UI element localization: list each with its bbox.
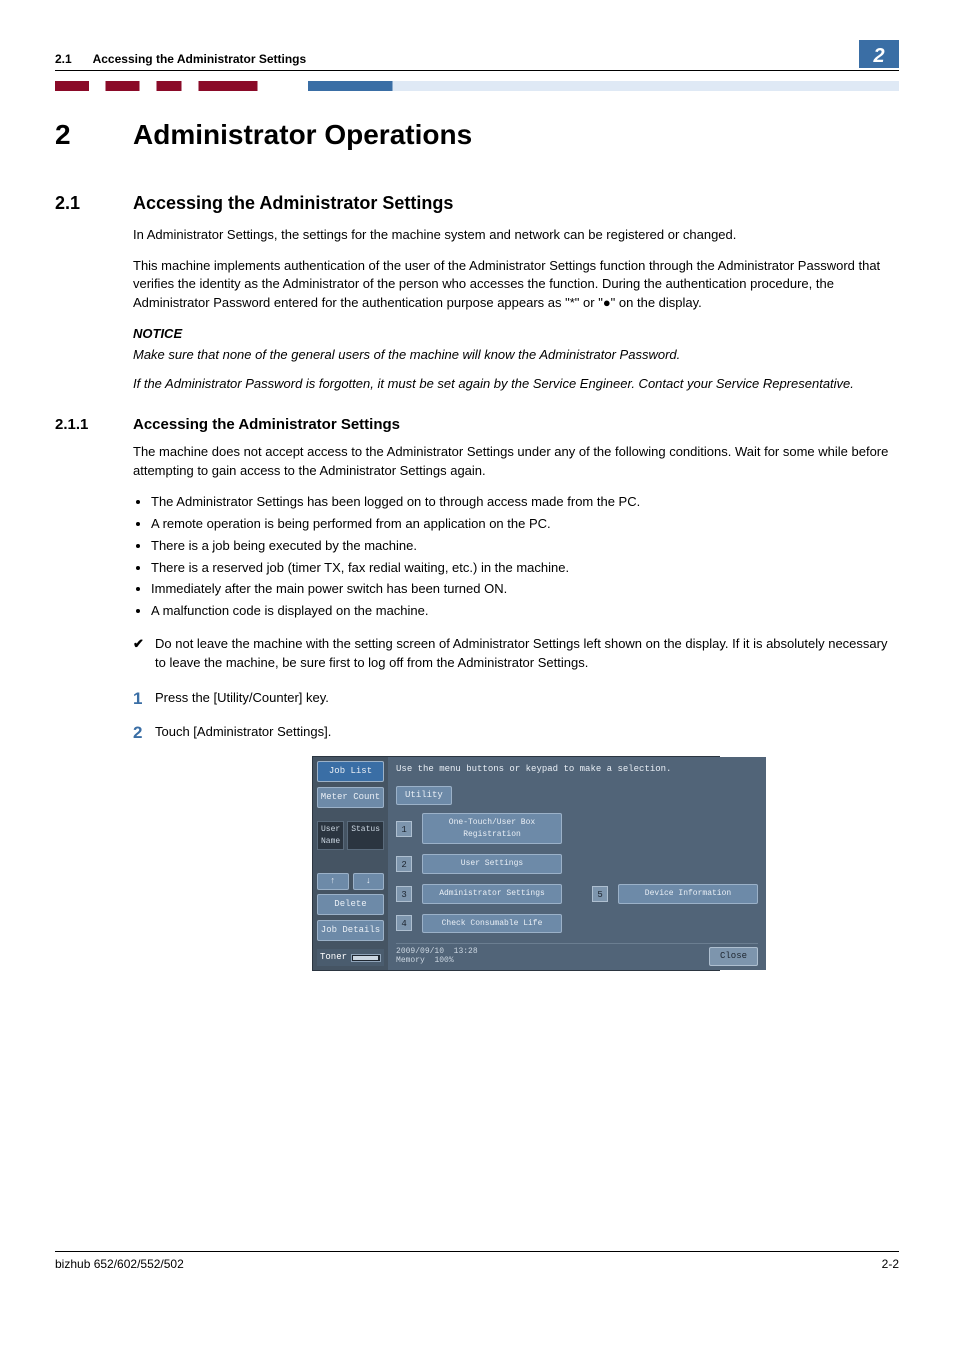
decorative-bar	[55, 81, 899, 91]
breadcrumb-utility: Utility	[396, 786, 452, 805]
subsection-title: Accessing the Administrator Settings	[133, 416, 400, 433]
section-heading: 2.1Accessing the Administrator Settings	[55, 190, 899, 216]
list-item: The Administrator Settings has been logg…	[151, 493, 899, 512]
condition-list: The Administrator Settings has been logg…	[151, 493, 899, 621]
caution-text: Do not leave the machine with the settin…	[155, 635, 899, 673]
step-number: 2	[133, 721, 155, 746]
footer-page-number: 2-2	[882, 1256, 899, 1273]
list-item: A malfunction code is displayed on the m…	[151, 602, 899, 621]
panel-main-area: Use the menu buttons or keypad to make a…	[388, 757, 766, 970]
runhead-section-number: 2.1	[55, 52, 72, 66]
toner-bar	[351, 954, 381, 962]
job-list-tab[interactable]: Job List	[317, 761, 384, 782]
panel-left-column: Job List Meter Count User Name Status ↑ …	[313, 757, 388, 970]
menu-number: 4	[396, 915, 412, 931]
menu-check-consumable-life[interactable]: Check Consumable Life	[422, 914, 562, 934]
chapter-title: Administrator Operations	[133, 119, 472, 150]
check-icon: ✔	[133, 635, 155, 673]
menu-number: 3	[396, 886, 412, 902]
section-number: 2.1	[55, 190, 133, 216]
user-header: User Name	[317, 821, 344, 850]
chapter-badge: 2	[859, 40, 899, 68]
caution-note: ✔ Do not leave the machine with the sett…	[133, 635, 899, 673]
panel-datetime: 2009/09/10 13:28 Memory 100%	[396, 948, 478, 966]
close-button[interactable]: Close	[709, 947, 758, 966]
toner-indicator: Toner	[317, 949, 384, 966]
footer-model: bizhub 652/602/552/502	[55, 1256, 184, 1273]
body-paragraph: In Administrator Settings, the settings …	[133, 226, 899, 245]
scroll-up-button[interactable]: ↑	[317, 873, 349, 890]
toner-label: Toner	[320, 951, 347, 964]
notice-text: Make sure that none of the general users…	[133, 346, 899, 365]
list-item: There is a job being executed by the mac…	[151, 537, 899, 556]
menu-user-settings[interactable]: User Settings	[422, 854, 562, 874]
menu-number: 2	[396, 856, 412, 872]
step-2: 2 Touch [Administrator Settings].	[133, 721, 899, 746]
scroll-down-button[interactable]: ↓	[353, 873, 385, 890]
meter-count-tab[interactable]: Meter Count	[317, 787, 384, 808]
notice-heading: NOTICE	[133, 325, 899, 344]
runhead-section-title: Accessing the Administrator Settings	[93, 52, 307, 66]
list-item: There is a reserved job (timer TX, fax r…	[151, 559, 899, 578]
step-text: Press the [Utility/Counter] key.	[155, 687, 899, 712]
chapter-heading: 2Administrator Operations	[55, 115, 899, 156]
menu-number: 5	[592, 886, 608, 902]
step-text: Touch [Administrator Settings].	[155, 721, 899, 746]
menu-number: 1	[396, 821, 412, 837]
menu-one-touch-registration[interactable]: One-Touch/User Box Registration	[422, 813, 562, 844]
printer-panel-screenshot: Job List Meter Count User Name Status ↑ …	[312, 756, 720, 971]
page-footer: bizhub 652/602/552/502 2-2	[55, 1251, 899, 1273]
delete-button[interactable]: Delete	[317, 894, 384, 915]
panel-prompt: Use the menu buttons or keypad to make a…	[396, 763, 758, 776]
menu-administrator-settings[interactable]: Administrator Settings	[422, 884, 562, 904]
body-paragraph: The machine does not accept access to th…	[133, 443, 899, 481]
chapter-number: 2	[55, 115, 133, 156]
section-title: Accessing the Administrator Settings	[133, 193, 453, 213]
list-item: A remote operation is being performed fr…	[151, 515, 899, 534]
list-item: Immediately after the main power switch …	[151, 580, 899, 599]
body-paragraph: This machine implements authentication o…	[133, 257, 899, 314]
notice-text: If the Administrator Password is forgott…	[133, 375, 899, 394]
menu-device-information[interactable]: Device Information	[618, 884, 758, 904]
subsection-number: 2.1.1	[55, 414, 133, 436]
status-header: Status	[347, 821, 384, 850]
step-number: 1	[133, 687, 155, 712]
subsection-heading: 2.1.1Accessing the Administrator Setting…	[55, 414, 899, 436]
job-details-button[interactable]: Job Details	[317, 920, 384, 941]
step-1: 1 Press the [Utility/Counter] key.	[133, 687, 899, 712]
job-list-header: User Name Status	[317, 821, 384, 850]
running-header: 2.1 Accessing the Administrator Settings…	[55, 40, 899, 71]
